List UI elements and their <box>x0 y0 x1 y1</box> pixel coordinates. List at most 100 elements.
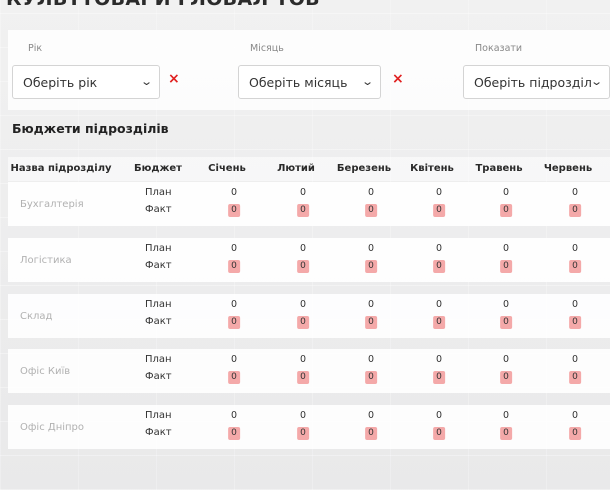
plan-value: 0 <box>502 299 510 310</box>
fact-value-badge: 0 <box>365 427 377 440</box>
table-row: Склад План Факт 0 0 0 0 0 0 0 0 0 0 0 0 <box>8 294 610 338</box>
department-name: Офіс Київ <box>20 366 71 377</box>
fact-value-badge: 0 <box>228 204 240 217</box>
plan-value: 0 <box>502 243 510 254</box>
department-select-value: Оберіть підрозділ <box>474 74 592 90</box>
department-name: Логістика <box>20 255 72 266</box>
plan-value: 0 <box>299 354 307 365</box>
fact-value-badge: 0 <box>500 427 512 440</box>
plan-value: 0 <box>435 299 443 310</box>
plan-value: 0 <box>299 410 307 421</box>
fact-value-badge: 0 <box>297 371 309 384</box>
plan-value: 0 <box>435 187 443 198</box>
plan-value: 0 <box>571 410 579 421</box>
chevron-down-icon: ⌄ <box>589 75 603 88</box>
table-row: Логістика План Факт 0 0 0 0 0 0 0 0 0 0 0 0 <box>8 238 610 282</box>
plan-value: 0 <box>435 410 443 421</box>
plan-value: 0 <box>435 354 443 365</box>
fact-value-badge: 0 <box>297 427 309 440</box>
plan-value: 0 <box>571 354 579 365</box>
table-row: Офіс Дніпро План Факт 0 0 0 0 0 0 0 0 0 0 0 0 <box>8 405 610 449</box>
header-month: Січень <box>208 163 246 174</box>
fact-label: Факт <box>145 204 172 215</box>
department-name: Склад <box>20 311 53 322</box>
plan-value: 0 <box>502 187 510 198</box>
fact-value-badge: 0 <box>228 427 240 440</box>
page-title: КУЛЬТТОВАРИ ГЛОБАЛ ТОВ <box>6 0 320 10</box>
fact-value-badge: 0 <box>365 371 377 384</box>
fact-value-badge: 0 <box>228 260 240 273</box>
plan-value: 0 <box>230 299 238 310</box>
month-select-value: Оберіть місяць <box>249 74 348 90</box>
filters-panel: Рік Оберіть рік ⌄ × Місяць Оберіть місяц… <box>8 30 610 110</box>
month-clear-icon[interactable]: × <box>392 71 404 87</box>
fact-value-badge: 0 <box>433 427 445 440</box>
header-month: Березень <box>336 163 392 174</box>
plan-label: План <box>145 243 172 254</box>
plan-label: План <box>145 187 172 198</box>
plan-value: 0 <box>299 187 307 198</box>
fact-label: Факт <box>145 316 172 327</box>
plan-value: 0 <box>367 354 375 365</box>
department-select[interactable]: Оберіть підрозділ ⌄ <box>463 65 610 99</box>
fact-value-badge: 0 <box>297 316 309 329</box>
fact-value-badge: 0 <box>500 260 512 273</box>
section-title: Бюджети підрозділів <box>12 121 169 136</box>
fact-value-badge: 0 <box>569 316 581 329</box>
fact-value-badge: 0 <box>365 260 377 273</box>
chevron-down-icon: ⌄ <box>139 75 153 88</box>
fact-value-badge: 0 <box>433 316 445 329</box>
fact-value-badge: 0 <box>569 260 581 273</box>
header-month: Квітень <box>410 163 454 174</box>
fact-value-badge: 0 <box>365 204 377 217</box>
plan-label: План <box>145 410 172 421</box>
chevron-down-icon: ⌄ <box>360 75 374 88</box>
fact-value-badge: 0 <box>500 204 512 217</box>
year-select[interactable]: Оберіть рік ⌄ <box>12 65 160 99</box>
plan-value: 0 <box>502 410 510 421</box>
fact-value-badge: 0 <box>297 260 309 273</box>
fact-value-badge: 0 <box>500 316 512 329</box>
month-filter-label: Місяць <box>250 43 284 54</box>
plan-value: 0 <box>230 354 238 365</box>
plan-value: 0 <box>230 187 238 198</box>
fact-value-badge: 0 <box>569 427 581 440</box>
fact-value-badge: 0 <box>433 371 445 384</box>
plan-value: 0 <box>571 243 579 254</box>
fact-value-badge: 0 <box>297 204 309 217</box>
plan-value: 0 <box>230 243 238 254</box>
year-filter-label: Рік <box>28 43 43 54</box>
fact-label: Факт <box>145 371 172 382</box>
table-row: Офіс Київ План Факт 0 0 0 0 0 0 0 0 0 0 0 0 <box>8 349 610 393</box>
plan-value: 0 <box>367 187 375 198</box>
plan-value: 0 <box>502 354 510 365</box>
plan-value: 0 <box>367 243 375 254</box>
header-budget: Бюджет <box>134 163 182 174</box>
fact-value-badge: 0 <box>228 316 240 329</box>
fact-value-badge: 0 <box>433 204 445 217</box>
fact-value-badge: 0 <box>228 371 240 384</box>
plan-label: План <box>145 299 172 310</box>
month-select[interactable]: Оберіть місяць ⌄ <box>238 65 381 99</box>
table-header: Назва підрозділу Бюджет Січень Лютий Бер… <box>8 157 610 181</box>
plan-value: 0 <box>571 299 579 310</box>
plan-label: План <box>145 354 172 365</box>
plan-value: 0 <box>435 243 443 254</box>
header-month: Лютий <box>277 163 315 174</box>
fact-value-badge: 0 <box>500 371 512 384</box>
header-month: Травень <box>475 163 523 174</box>
fact-label: Факт <box>145 427 172 438</box>
fact-label: Факт <box>145 260 172 271</box>
year-clear-icon[interactable]: × <box>168 71 180 87</box>
show-filter-label: Показати <box>475 43 523 54</box>
plan-value: 0 <box>299 299 307 310</box>
header-month: Червень <box>543 163 593 174</box>
plan-value: 0 <box>367 299 375 310</box>
fact-value-badge: 0 <box>433 260 445 273</box>
department-name: Офіс Дніпро <box>20 422 85 433</box>
table-row: Бухгалтерія План Факт 0 0 0 0 0 0 0 0 0 0 0 0 <box>8 182 610 226</box>
fact-value-badge: 0 <box>569 204 581 217</box>
plan-value: 0 <box>367 410 375 421</box>
department-name: Бухгалтерія <box>20 199 84 210</box>
plan-value: 0 <box>571 187 579 198</box>
